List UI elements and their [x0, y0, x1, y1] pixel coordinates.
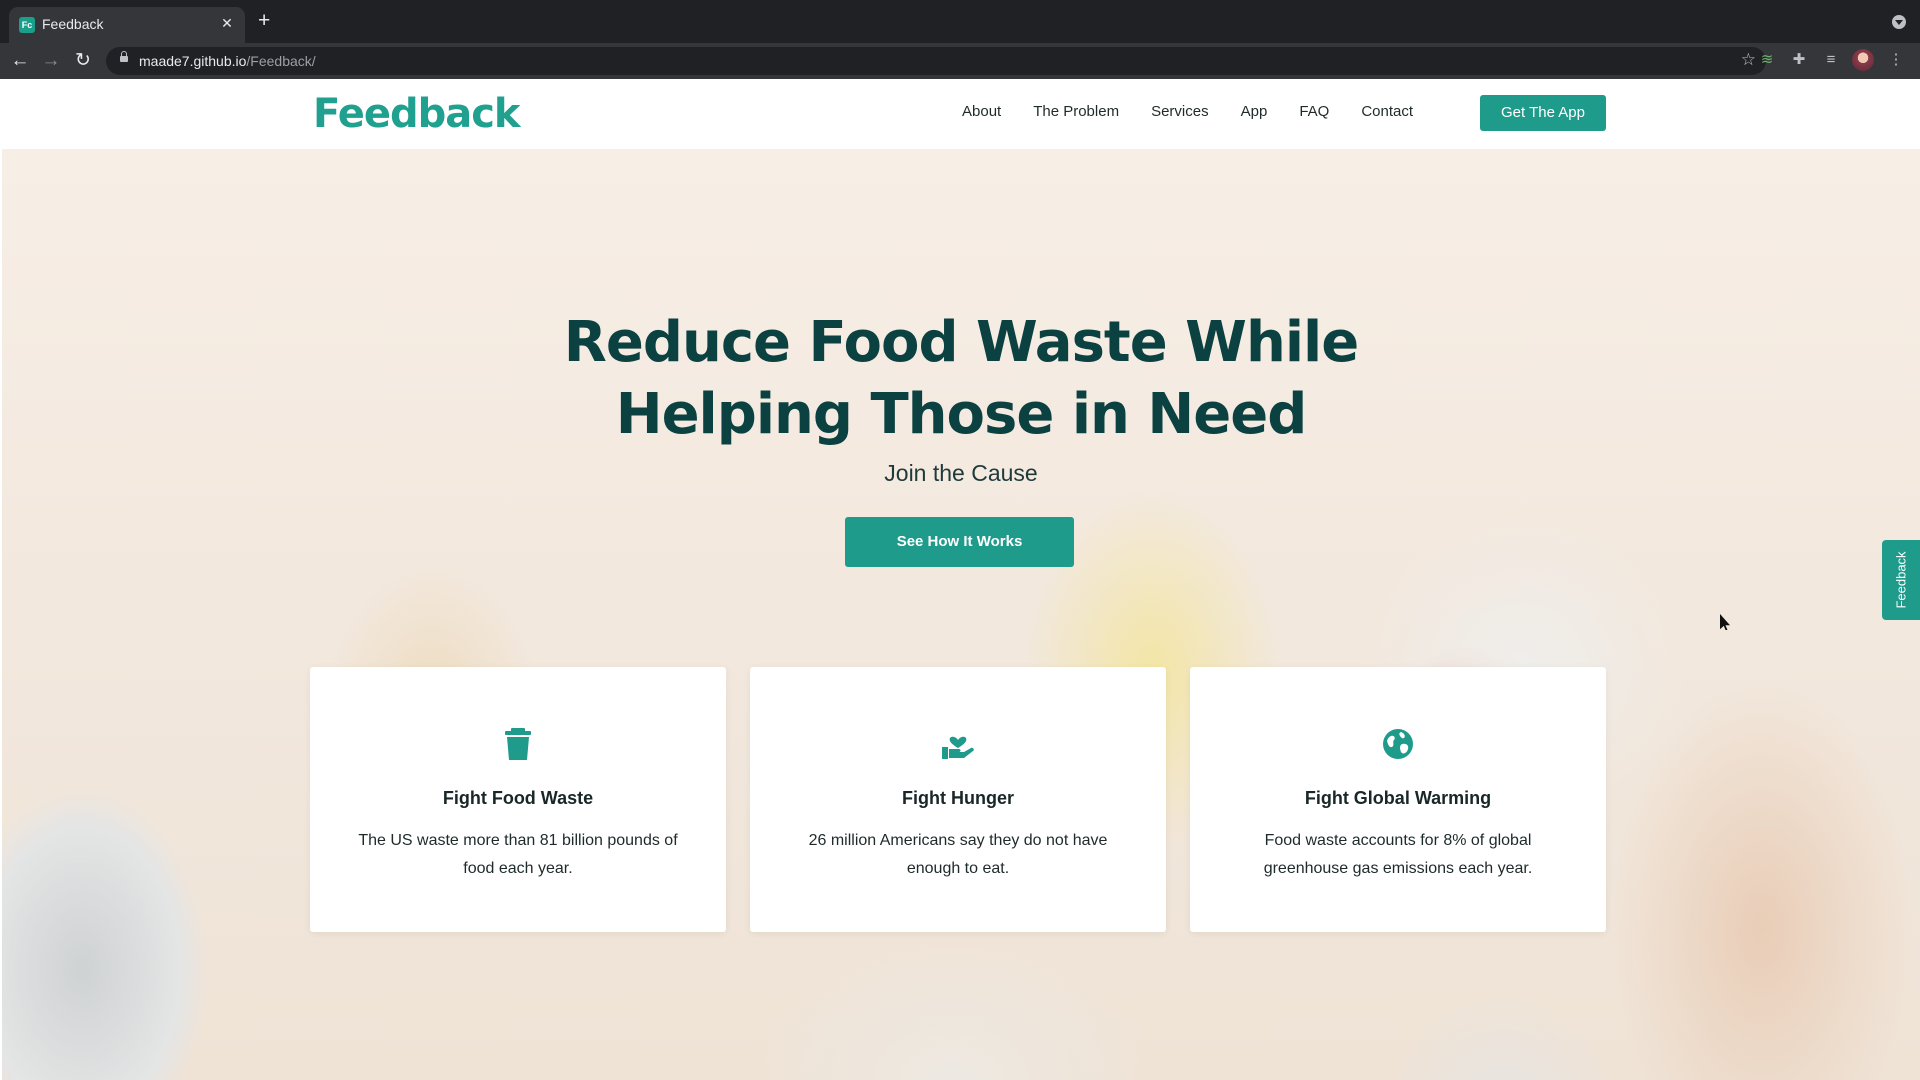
web-page: Feedback About The Problem Services App … [2, 79, 1920, 1080]
hero-title-line-1: Reduce Food Waste While [563, 310, 1359, 375]
puzzle-icon[interactable]: ✚ [1788, 49, 1810, 71]
card-text: 26 million Americans say they do not hav… [808, 832, 1108, 877]
get-the-app-button[interactable]: Get The App [1480, 95, 1606, 131]
nav-link-about[interactable]: About [962, 103, 1001, 121]
hero-title-line-2: Helping Those in Need [615, 382, 1308, 447]
lock-icon[interactable] [120, 51, 128, 62]
browser-tab-strip: Fc Feedback ✕ + [0, 0, 1920, 43]
more-menu-icon[interactable]: ⋮ [1885, 49, 1907, 71]
hero-background-image [2, 149, 1920, 1080]
browser-tab[interactable]: Fc Feedback ✕ [9, 7, 245, 43]
card-title: Fight Global Warming [1304, 788, 1492, 808]
url-path: /Feedback/ [246, 53, 316, 69]
close-tab-icon[interactable]: ✕ [219, 15, 235, 32]
media-control-icon[interactable]: ≡ [1820, 49, 1842, 71]
hand-heart-icon [942, 736, 974, 759]
site-header: Feedback About The Problem Services App … [2, 79, 1920, 149]
reload-icon[interactable]: ↻ [71, 49, 95, 73]
browser-toolbar: ← → ↻ maade7.github.io/Feedback/ ☆ [0, 43, 1920, 79]
hero-title: Reduce Food Waste While Helping Those in… [461, 307, 1461, 451]
hero-subtitle: Join the Cause [884, 460, 1038, 486]
address-bar[interactable]: maade7.github.io/Feedback/ ☆ [106, 47, 1766, 75]
url-host: maade7.github.io [139, 53, 247, 69]
site-logo[interactable]: Feedback [313, 91, 521, 137]
feedback-tab-label: Feedback [1893, 551, 1909, 609]
feedback-side-tab[interactable]: Feedback [1882, 540, 1920, 620]
nav-link-app[interactable]: App [1241, 103, 1268, 121]
card-text: The US waste more than 81 billion pounds… [358, 832, 678, 877]
nav-link-the-problem[interactable]: The Problem [1033, 103, 1119, 121]
card-title: Fight Food Waste [442, 788, 594, 808]
tab-title: Feedback [42, 16, 104, 32]
nav-link-services[interactable]: Services [1151, 103, 1209, 121]
nav-link-faq[interactable]: FAQ [1299, 103, 1329, 121]
feature-card-hunger: Fight Hunger 26 million Americans say th… [750, 667, 1166, 932]
bookmark-star-icon[interactable]: ☆ [1741, 50, 1756, 70]
card-title: Fight Hunger [902, 788, 1014, 808]
back-arrow-icon[interactable]: ← [8, 49, 32, 73]
extension-icon[interactable]: ≋ [1756, 49, 1778, 71]
main-nav: About The Problem Services App FAQ Conta… [962, 103, 1413, 121]
feature-card-global-warming: Fight Global Warming Food waste accounts… [1190, 667, 1606, 932]
feature-card-food-waste: Fight Food Waste The US waste more than … [310, 667, 726, 932]
see-how-it-works-button[interactable]: See How It Works [845, 517, 1074, 567]
card-text: Food waste accounts for 8% of global gre… [1263, 832, 1533, 877]
site-favicon-icon: Fc [19, 17, 35, 33]
nav-link-contact[interactable]: Contact [1361, 103, 1413, 121]
new-tab-icon[interactable]: + [258, 10, 270, 32]
profile-avatar[interactable] [1852, 49, 1874, 71]
url-text[interactable]: maade7.github.io/Feedback/ [139, 53, 316, 69]
forward-arrow-icon[interactable]: → [39, 49, 63, 73]
globe-icon [1383, 729, 1413, 759]
trash-icon [505, 728, 531, 760]
tab-search-icon[interactable] [1892, 15, 1906, 29]
